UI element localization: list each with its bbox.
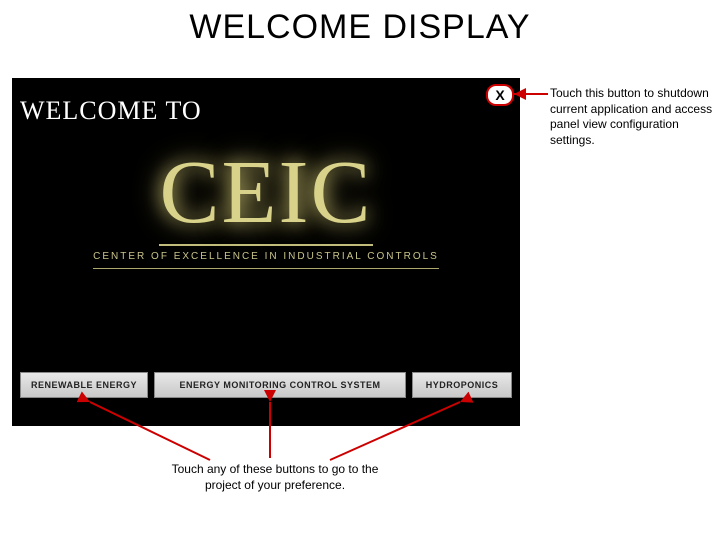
welcome-screen: WELCOME TO X CEIC CENTER OF EXCELLENCE I… <box>12 78 520 426</box>
energy-monitoring-button[interactable]: ENERGY MONITORING CONTROL SYSTEM <box>154 372 406 398</box>
renewable-energy-button[interactable]: RENEWABLE ENERGY <box>20 372 148 398</box>
hydroponics-button[interactable]: HYDROPONICS <box>412 372 512 398</box>
welcome-to-label: WELCOME TO <box>20 96 202 126</box>
project-button-row: RENEWABLE ENERGY ENERGY MONITORING CONTR… <box>20 372 512 398</box>
logo-tagline: CENTER OF EXCELLENCE IN INDUSTRIAL CONTR… <box>93 251 439 269</box>
page-title: WELCOME DISPLAY <box>0 0 720 53</box>
close-button[interactable]: X <box>486 84 514 106</box>
annotation-close: Touch this button to shutdown current ap… <box>550 86 718 148</box>
ceic-logo: CEIC CENTER OF EXCELLENCE IN INDUSTRIAL … <box>76 148 456 269</box>
logo-main-text: CEIC <box>159 148 372 246</box>
annotation-buttons: Touch any of these buttons to go to the … <box>170 462 380 493</box>
